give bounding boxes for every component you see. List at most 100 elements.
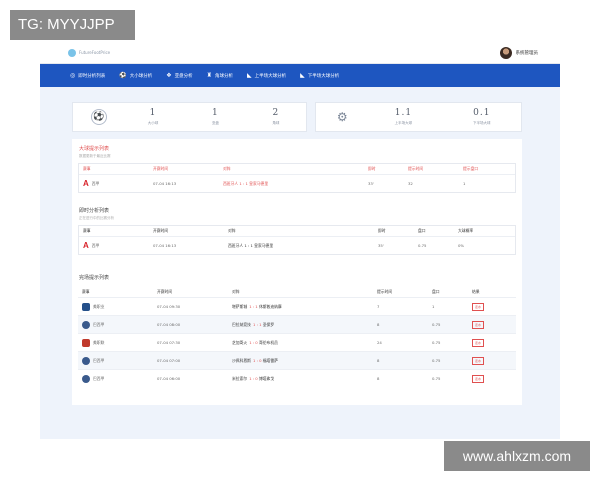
league-name: 西甲 — [91, 180, 100, 186]
section-subtitle: 正在进行中的比赛分析 — [79, 216, 114, 220]
result-badge[interactable]: 走水 — [472, 338, 485, 347]
match-cell[interactable]: 西班牙人 1 : 1 皇家马德里 — [219, 181, 364, 187]
nav-label: 角球分析 — [215, 73, 234, 79]
user-name: 系统管理员 — [515, 50, 539, 56]
app-window: FutureFootPrice 系统管理员 ◎ 即时分析列表 ⚽ 大小球分析 ❖ 亚盘… — [40, 42, 560, 439]
stat-label: 亚盘 — [211, 121, 219, 125]
panel-over-tips: 大球提示列表 数据更新于最近比赛 赛事 开赛时间 对阵 即时 提示时间 提示盘口… — [72, 139, 522, 201]
match-cell[interactable]: 米拉索尔 1 : 0 博塔弗戈 — [228, 376, 373, 382]
match-cell[interactable]: 堪萨斯城 1 : 1 休斯敦迪纳摩 — [228, 304, 373, 310]
stat-over-under: 1 大小球 — [148, 108, 159, 126]
nav-item-first-half[interactable]: ◣ 上半场大球分析 — [247, 71, 287, 79]
result-badge[interactable]: 走水 — [472, 356, 485, 365]
league-cell: 巴西甲 — [78, 356, 153, 365]
laliga-icon: A — [83, 179, 89, 188]
nav-item-corners[interactable]: ♜ 角球分析 — [206, 71, 234, 79]
table-row[interactable]: 巴西甲 07-04 06:00 米拉索尔 1 : 0 博塔弗戈 8 0.75 走水 — [78, 369, 516, 387]
col-header: 赛事 — [82, 289, 90, 294]
watermark-bottom: www.ahlxzm.com — [444, 441, 590, 471]
handicap-line: 0.75 — [432, 340, 441, 345]
col-header: 提示时间 — [408, 166, 424, 171]
col-header: 对阵 — [232, 289, 240, 294]
score: 1 : 0 — [249, 339, 258, 345]
kickoff-time: 07-04 09:30 — [157, 304, 181, 309]
handshake-icon: ❖ — [166, 71, 172, 79]
stats-row: ⚽ 1 大小球 1 亚盘 2 角球 ⚙ 1.1 上半场大球 0.1 下半场大球 — [72, 102, 522, 132]
result-cell: 走水 — [468, 320, 513, 329]
away-team: 休斯敦迪纳摩 — [258, 303, 282, 309]
nav-item-over-under[interactable]: ⚽ 大小球分析 — [119, 72, 153, 79]
globe-icon: ◎ — [70, 71, 76, 79]
home-team: 芝加哥火 — [232, 339, 248, 345]
table-live-analysis: 赛事 开赛时间 对阵 即时 盘口 大球概率 A 西甲 07-04 16:13 西班… — [78, 225, 516, 255]
trophy-icon: ♜ — [206, 71, 213, 79]
mls-crest-icon — [82, 338, 90, 347]
match-cell[interactable]: 芝加哥火 1 : 0 哥伦布机员 — [228, 340, 373, 346]
stat-handicap: 1 亚盘 — [212, 108, 219, 126]
away-team: 圣保罗 — [262, 321, 275, 327]
stat-card-totals: ⚽ 1 大小球 1 亚盘 2 角球 — [72, 102, 308, 132]
table-row[interactable]: 巴西甲 07-04 07:00 沙佩科恩斯 1 : 0 福塔雷萨 8 0.75 走… — [78, 351, 516, 369]
result-badge[interactable]: 走水 — [472, 374, 485, 383]
league-name: 西甲 — [91, 242, 100, 248]
live-minute: 35' — [378, 243, 384, 248]
section-subtitle: 数据更新于最近比赛 — [79, 154, 111, 158]
col-header: 即时 — [378, 228, 386, 233]
col-header: 结果 — [472, 289, 480, 294]
league-cell: A 西甲 — [79, 241, 149, 250]
nav-label: 下半场大球分析 — [307, 73, 340, 79]
brazil-crest-icon — [82, 320, 90, 329]
hint-line: 1 — [463, 181, 466, 186]
match-cell[interactable]: 巴拉纳竞技 1 : 1 圣保罗 — [228, 322, 373, 328]
section-title: 完场提示列表 — [79, 275, 110, 281]
match-cell[interactable]: 西班牙人 1 : 1 皇家马德里 — [224, 243, 374, 249]
kickoff-time: 07-04 07:00 — [157, 358, 181, 363]
logo-icon — [68, 48, 76, 57]
stat-card-halves: ⚙ 1.1 上半场大球 0.1 下半场大球 — [315, 102, 522, 132]
stat-value: 1 — [149, 108, 157, 118]
result-badge[interactable]: 走水 — [472, 302, 485, 311]
league-name: 巴西甲 — [93, 357, 105, 363]
table-row[interactable]: 美职业 07-04 09:30 堪萨斯城 1 : 1 休斯敦迪纳摩 7 1 走水 — [78, 297, 516, 315]
table-row[interactable]: 美职联 07-04 07:30 芝加哥火 1 : 0 哥伦布机员 24 0.75 … — [78, 333, 516, 351]
score: 1 : 0 — [252, 357, 262, 363]
home-team: 西班牙人 — [223, 180, 239, 186]
home-team: 沙佩科恩斯 — [232, 357, 251, 363]
away-team: 福塔雷萨 — [262, 357, 278, 363]
col-header: 赛事 — [83, 228, 91, 233]
home-team: 堪萨斯城 — [232, 303, 248, 309]
table-row[interactable]: A 西甲 07-04 16:13 西班牙人 1 : 1 皇家马德里 35' 0.7… — [79, 236, 515, 254]
hint-time: 8 — [377, 322, 380, 327]
handicap-line: 0.75 — [432, 376, 441, 381]
table-row[interactable]: 巴西甲 07-04 08:00 巴拉纳竞技 1 : 1 圣保罗 8 0.75 走水 — [78, 315, 516, 333]
nav-label: 上半场大球分析 — [254, 73, 287, 79]
league-cell: 巴西甲 — [78, 320, 153, 329]
result-cell: 走水 — [468, 302, 513, 311]
section-title: 大球提示列表 — [79, 146, 110, 152]
nav-label: 大小球分析 — [129, 73, 153, 79]
table-row[interactable]: A 西甲 07-04 16:13 西班牙人 1 : 1 皇家马德里 33' 32 … — [79, 174, 515, 192]
half-icon: ◣ — [247, 71, 252, 79]
laliga-icon: A — [83, 241, 89, 250]
table-header: 赛事 开赛时间 对阵 即时 盘口 大球概率 — [79, 226, 515, 236]
col-header: 大球概率 — [458, 228, 474, 233]
home-team: 米拉索尔 — [232, 375, 248, 381]
nav-item-live-analysis[interactable]: ◎ 即时分析列表 — [70, 71, 105, 79]
match-cell[interactable]: 沙佩科恩斯 1 : 0 福塔雷萨 — [228, 358, 373, 364]
col-header: 提示时间 — [377, 289, 393, 294]
away-team: 皇家马德里 — [254, 242, 274, 248]
logo[interactable]: FutureFootPrice — [68, 48, 110, 57]
hint-time: 8 — [377, 358, 380, 363]
stat-value: 2 — [272, 108, 280, 118]
user-menu[interactable]: 系统管理员 — [499, 46, 539, 59]
nav-item-handicap[interactable]: ❖ 亚盘分析 — [166, 71, 192, 79]
balls-icon: ⚙ — [336, 110, 348, 124]
score: 1 : 1 — [239, 180, 248, 186]
over-probability: 0% — [458, 243, 465, 248]
col-header: 即时 — [368, 166, 376, 171]
stat-label: 上半场大球 — [394, 121, 413, 125]
nav-item-second-half[interactable]: ◣ 下半场大球分析 — [300, 72, 340, 79]
stat-value: 1.1 — [394, 108, 413, 118]
col-header: 盘口 — [418, 228, 426, 233]
result-badge[interactable]: 走水 — [472, 320, 485, 329]
